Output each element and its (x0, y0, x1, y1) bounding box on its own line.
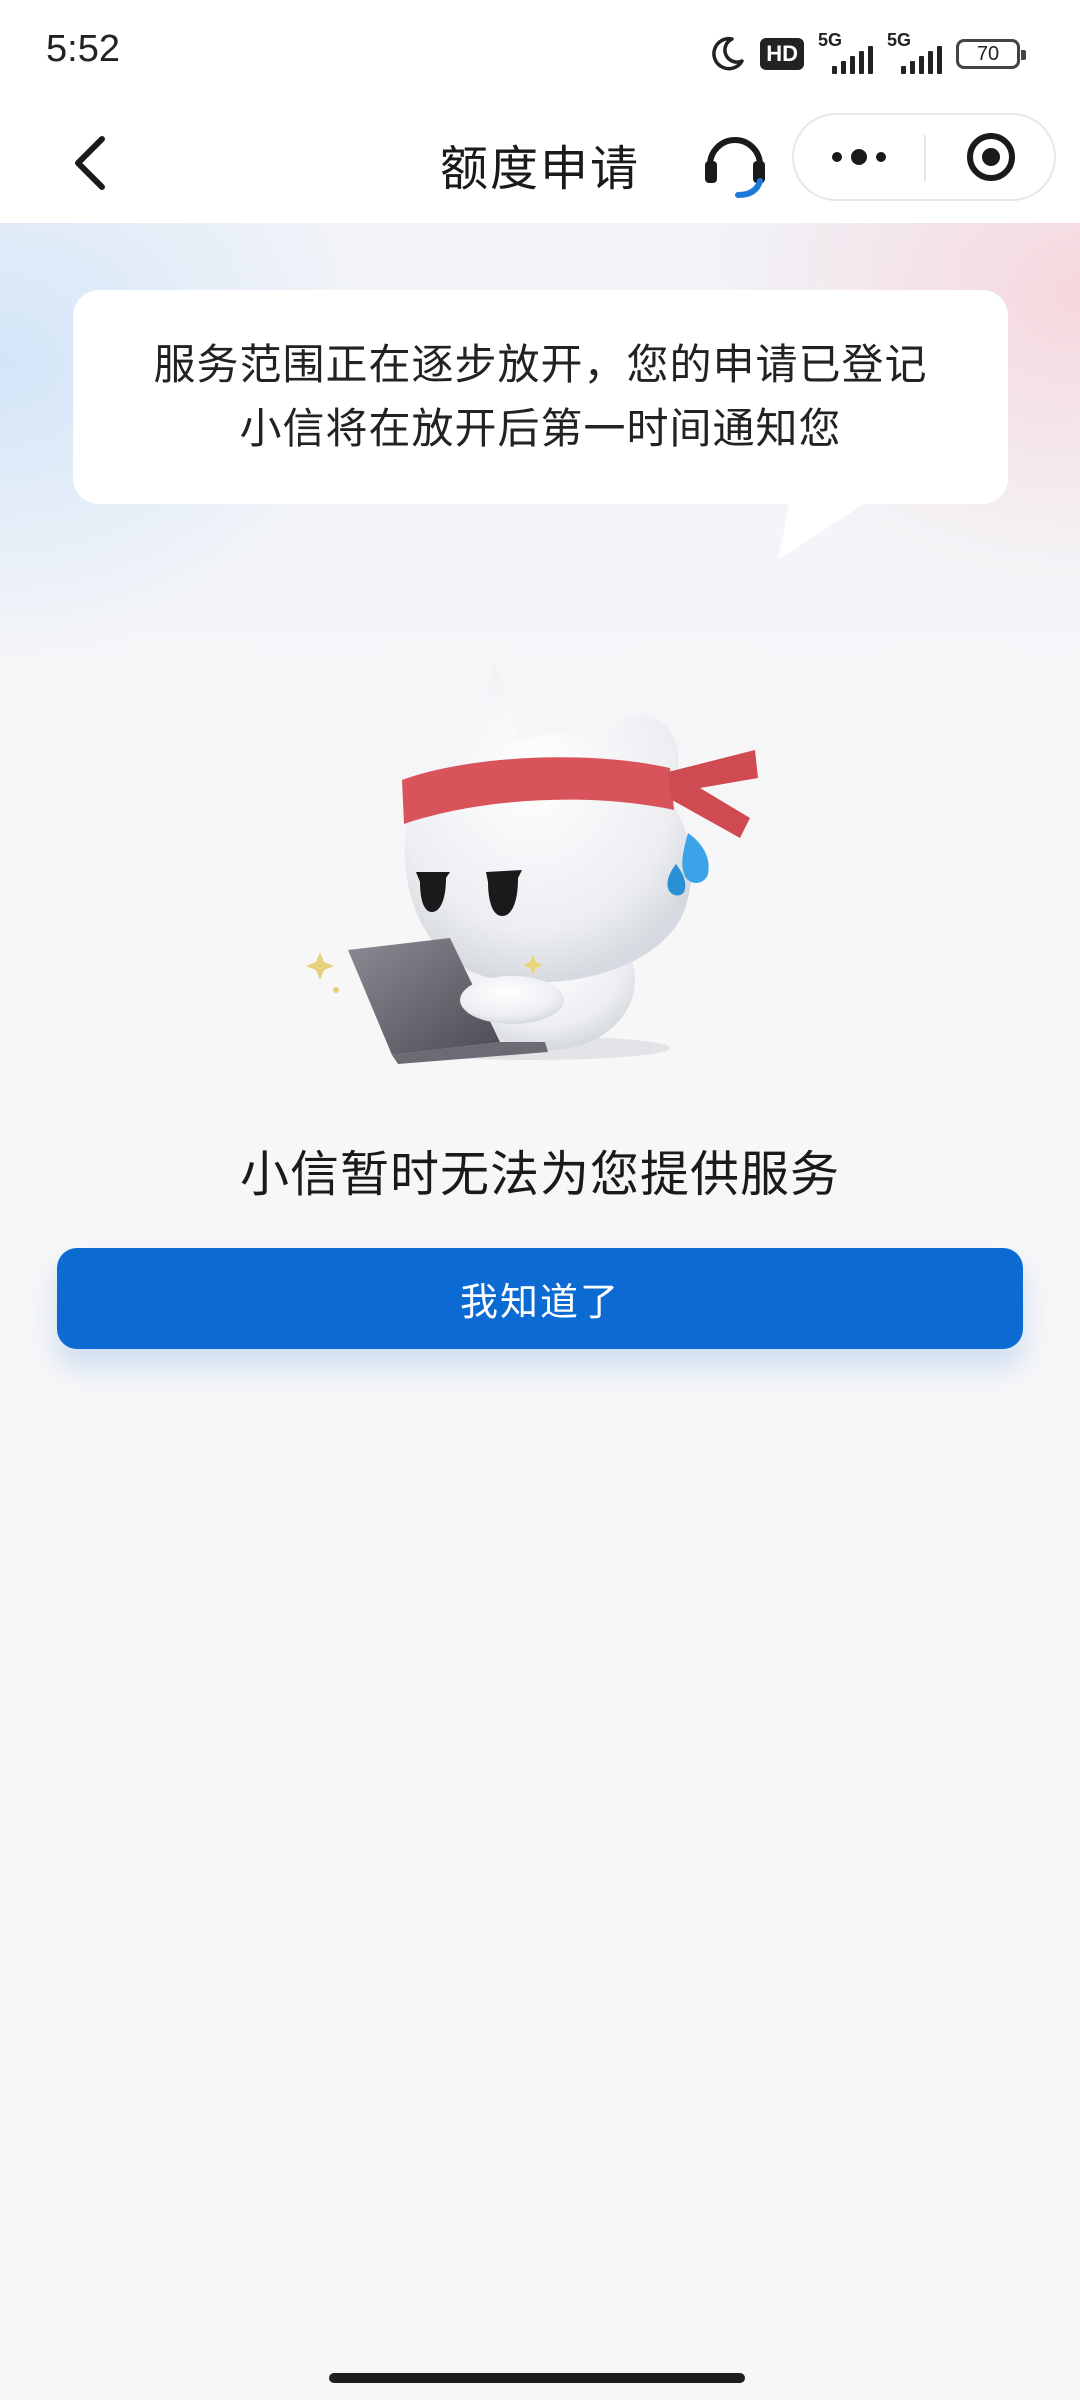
speech-bubble-tail (778, 500, 870, 560)
hd-icon: HD (760, 38, 804, 70)
speech-bubble: 服务范围正在逐步放开，您的申请已登记 小信将在放开后第一时间通知您 (73, 290, 1008, 504)
moon-icon (712, 36, 744, 71)
more-button[interactable] (794, 115, 924, 199)
customer-service-button[interactable] (700, 125, 770, 201)
main-message: 小信暂时无法为您提供服务 (239, 1146, 840, 1203)
status-bar: 5:52 HD 5G 5G 70 (0, 0, 1080, 105)
nav-bar: 额度申请 (0, 105, 1080, 223)
bubble-line-1: 服务范围正在逐步放开，您的申请已登记 (153, 340, 928, 389)
signal-icon: 5G (887, 30, 942, 74)
headset-icon (705, 137, 765, 198)
network-label: 5G (887, 30, 912, 50)
network-label: 5G (818, 30, 843, 50)
capsule-divider (924, 135, 926, 181)
mascot-illustration (306, 662, 758, 1064)
more-dots-icon (832, 149, 886, 165)
bubble-line-2: 小信将在放开后第一时间通知您 (239, 404, 842, 453)
target-circle-icon (967, 133, 1015, 181)
status-time: 5:52 (46, 28, 120, 70)
mini-program-capsule (792, 113, 1056, 201)
signal-icon: 5G (818, 30, 873, 74)
close-button[interactable] (928, 115, 1054, 199)
status-icons: HD 5G 5G 70 (708, 30, 1026, 78)
battery-level: 70 (976, 42, 1000, 65)
confirm-button[interactable]: 我知道了 (57, 1248, 1023, 1349)
battery-icon: 70 (956, 39, 1026, 69)
page: 5:52 HD 5G 5G 70 额度申请 服务范围正在逐步放开，您的申请已登记… (0, 0, 1080, 2400)
home-indicator[interactable] (329, 2373, 745, 2383)
